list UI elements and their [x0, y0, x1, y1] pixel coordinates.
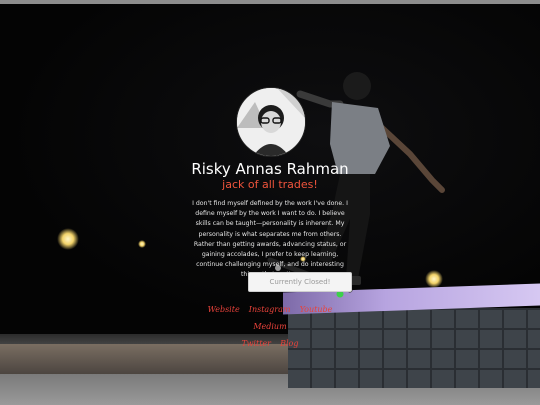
link-blog[interactable]: Blog: [280, 339, 298, 348]
link-instagram[interactable]: Instagram: [249, 305, 291, 314]
profile-name: Risky Annas Rahman: [191, 160, 349, 178]
link-youtube[interactable]: Youtube: [300, 305, 333, 314]
street-light: [138, 240, 146, 248]
street-light: [57, 228, 79, 250]
link-twitter[interactable]: Twitter: [242, 339, 271, 348]
avatar-portrait-icon: [237, 88, 305, 156]
link-medium[interactable]: Medium: [253, 322, 286, 331]
profile-tagline: jack of all trades!: [222, 178, 318, 191]
street-light: [425, 270, 443, 288]
profile-bio: I don't find myself defined by the work …: [192, 200, 348, 278]
link-website[interactable]: Website: [208, 305, 240, 314]
social-links: Website Instagram Youtube Medium Twitter…: [190, 300, 350, 351]
avatar: [236, 87, 306, 157]
status-button[interactable]: Currently Closed!: [248, 272, 352, 292]
profile-card: Risky Annas Rahman jack of all trades! I…: [150, 0, 390, 401]
